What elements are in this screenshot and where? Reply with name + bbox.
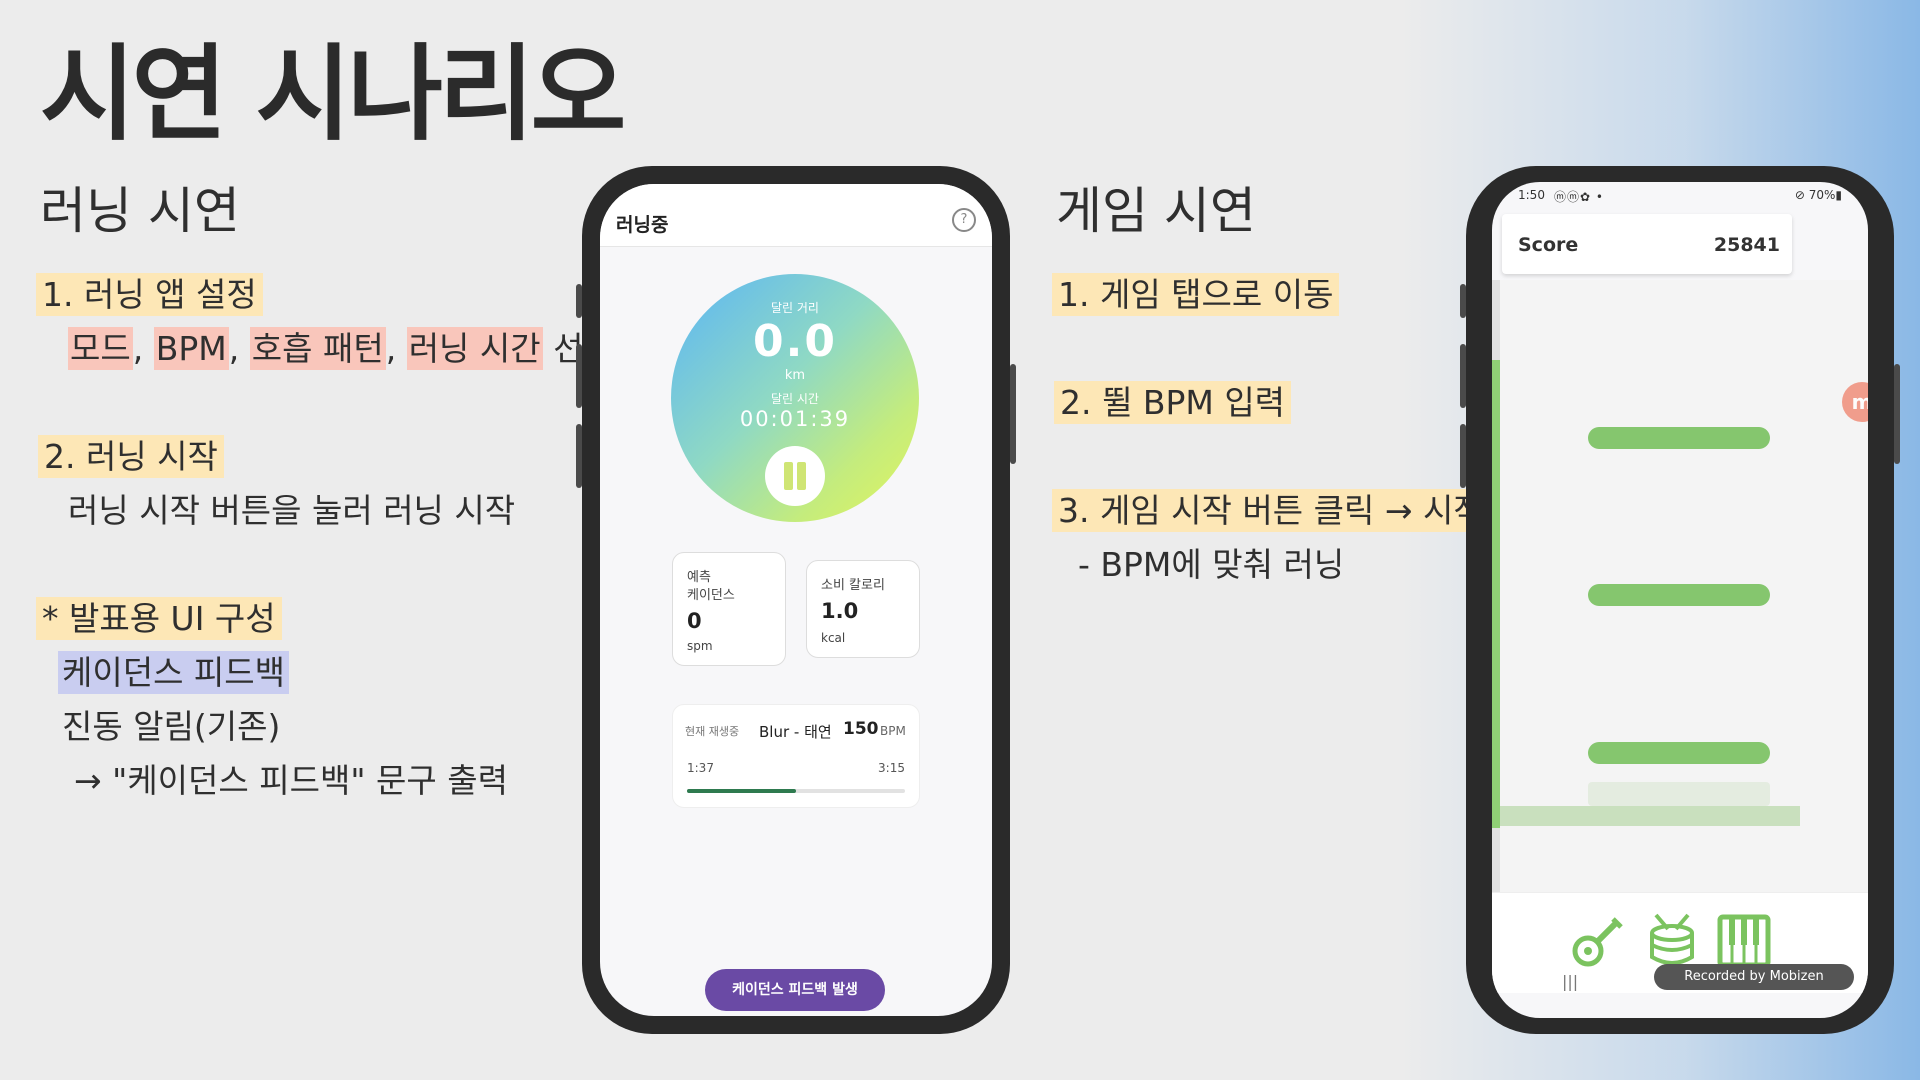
cadence-unit: spm bbox=[687, 639, 713, 653]
nav-recents-button[interactable]: ||| bbox=[1562, 972, 1578, 991]
running-step2: 2. 러닝 시작 bbox=[38, 435, 224, 478]
battery-icon: ⊘ 70%▮ bbox=[1794, 188, 1842, 202]
game-demo-heading: 게임 시연 bbox=[1056, 182, 1256, 240]
bpm-unit: BPM bbox=[880, 724, 906, 738]
cadence-card: 예측 케이던스 0 spm bbox=[672, 552, 786, 666]
volume-button bbox=[576, 424, 582, 488]
app-header: 러닝중 ? bbox=[600, 184, 992, 247]
calorie-unit: kcal bbox=[821, 631, 846, 645]
bpm-value: 150 bbox=[843, 719, 879, 739]
ui-heading: * 발표용 UI 구성 bbox=[36, 597, 282, 640]
guitar-icon[interactable] bbox=[1568, 911, 1628, 971]
song-title: Blur - 태연 bbox=[759, 723, 832, 741]
notification-icons: ⓜⓜ✿ • bbox=[1554, 190, 1604, 204]
progress-fill bbox=[687, 789, 796, 793]
time-value: 00:01:39 bbox=[739, 407, 851, 431]
recorded-by-badge: Recorded by Mobizen bbox=[1654, 964, 1854, 990]
volume-button bbox=[1460, 344, 1466, 408]
running-app-screen: 러닝중 ? 달린 거리 0.0 km 달린 시간 00:01:39 예측 케이던… bbox=[600, 184, 992, 1016]
rhythm-note-faded bbox=[1588, 782, 1770, 806]
cadence-label: 예측 케이던스 bbox=[687, 570, 735, 603]
game-step1: 1. 게임 탭으로 이동 bbox=[1052, 273, 1340, 316]
time-label: 달린 시간 bbox=[771, 392, 819, 406]
game-step3-desc: - BPM에 맞춰 러닝 bbox=[1078, 545, 1345, 584]
running-step2-desc: 러닝 시작 버튼을 눌러 러닝 시작 bbox=[68, 491, 516, 530]
volume-button bbox=[576, 284, 582, 318]
distance-unit: km bbox=[784, 368, 806, 383]
running-settings: 모드, BPM, 호흡 패턴, 러닝 시간 선택 bbox=[68, 327, 614, 370]
running-stats-circle: 달린 거리 0.0 km 달린 시간 00:01:39 bbox=[671, 274, 919, 522]
setting-bpm: BPM bbox=[153, 327, 229, 370]
score-value: 25841 bbox=[1713, 234, 1780, 256]
status-time: 1:50 bbox=[1518, 188, 1545, 202]
game-step1-text: 1. 게임 탭으로 이동 bbox=[1052, 273, 1340, 316]
game-step2-text: 2. 뛸 BPM 입력 bbox=[1054, 381, 1292, 424]
game-phone: 1:50 ⓜⓜ✿ • ⊘ 70%▮ Score 25841 m ||| Reco… bbox=[1460, 166, 1900, 1034]
ui-heading-text: * 발표용 UI 구성 bbox=[36, 597, 282, 640]
hit-line bbox=[1500, 806, 1800, 826]
running-demo-heading: 러닝 시연 bbox=[40, 182, 240, 240]
power-button bbox=[1894, 364, 1900, 464]
running-title: 러닝중 bbox=[616, 214, 669, 236]
pause-button[interactable] bbox=[765, 446, 825, 506]
page-title: 시연 시나리오 bbox=[40, 33, 626, 155]
now-playing-label: 현재 재생중 bbox=[685, 725, 740, 738]
running-step1-text: 1. 러닝 앱 설정 bbox=[36, 273, 263, 316]
calorie-card: 소비 칼로리 1.0 kcal bbox=[806, 560, 920, 658]
calorie-value: 1.0 bbox=[821, 599, 859, 623]
ui-item-cadence-text: 케이던스 피드백 bbox=[58, 651, 290, 694]
volume-button bbox=[1460, 424, 1466, 488]
power-button bbox=[1010, 364, 1016, 464]
score-label: Score bbox=[1518, 234, 1579, 256]
distance-label: 달린 거리 bbox=[771, 301, 819, 315]
cadence-value: 0 bbox=[687, 609, 702, 633]
rhythm-note bbox=[1588, 584, 1770, 606]
status-bar: 1:50 ⓜⓜ✿ • ⊘ 70%▮ bbox=[1492, 182, 1868, 212]
distance-value: 0.0 bbox=[753, 316, 837, 367]
elapsed-time: 1:37 bbox=[687, 761, 714, 775]
game-step2: 2. 뛸 BPM 입력 bbox=[1054, 381, 1292, 424]
rhythm-note bbox=[1588, 427, 1770, 449]
ui-item-cadence: 케이던스 피드백 bbox=[58, 651, 290, 694]
volume-button bbox=[576, 344, 582, 408]
score-bar: Score 25841 bbox=[1502, 214, 1792, 274]
game-step3-text: 3. 게임 시작 버튼 클릭 → 시작 bbox=[1052, 489, 1490, 532]
running-phone: 러닝중 ? 달린 거리 0.0 km 달린 시간 00:01:39 예측 케이던… bbox=[576, 166, 1016, 1034]
lane-strip-active bbox=[1492, 360, 1500, 828]
setting-time: 러닝 시간 bbox=[406, 327, 543, 370]
now-playing-card[interactable]: 현재 재생중 Blur - 태연 150 BPM 1:37 3:15 bbox=[672, 704, 920, 808]
pause-icon bbox=[797, 462, 806, 490]
total-time: 3:15 bbox=[878, 761, 905, 775]
setting-mode: 모드 bbox=[68, 327, 133, 370]
calorie-label: 소비 칼로리 bbox=[821, 578, 885, 593]
piano-icon[interactable] bbox=[1714, 911, 1774, 971]
running-step2-text: 2. 러닝 시작 bbox=[38, 435, 224, 478]
help-icon[interactable]: ? bbox=[952, 208, 976, 232]
drum-icon[interactable] bbox=[1642, 911, 1702, 971]
pause-icon bbox=[784, 462, 793, 490]
ui-item-vibration: 진동 알림(기존) bbox=[62, 707, 281, 746]
ui-item-output: → "케이던스 피드백" 문구 출력 bbox=[74, 761, 508, 800]
game-app-screen: 1:50 ⓜⓜ✿ • ⊘ 70%▮ Score 25841 m ||| Reco… bbox=[1492, 182, 1868, 1018]
rhythm-note bbox=[1588, 742, 1770, 764]
volume-button bbox=[1460, 284, 1466, 318]
setting-breath: 호흡 패턴 bbox=[249, 327, 386, 370]
progress-track[interactable] bbox=[687, 789, 905, 793]
game-step3: 3. 게임 시작 버튼 클릭 → 시작 bbox=[1052, 489, 1490, 532]
running-step1: 1. 러닝 앱 설정 bbox=[36, 273, 263, 316]
cadence-feedback-button[interactable]: 케이던스 피드백 발생 bbox=[705, 969, 885, 1011]
